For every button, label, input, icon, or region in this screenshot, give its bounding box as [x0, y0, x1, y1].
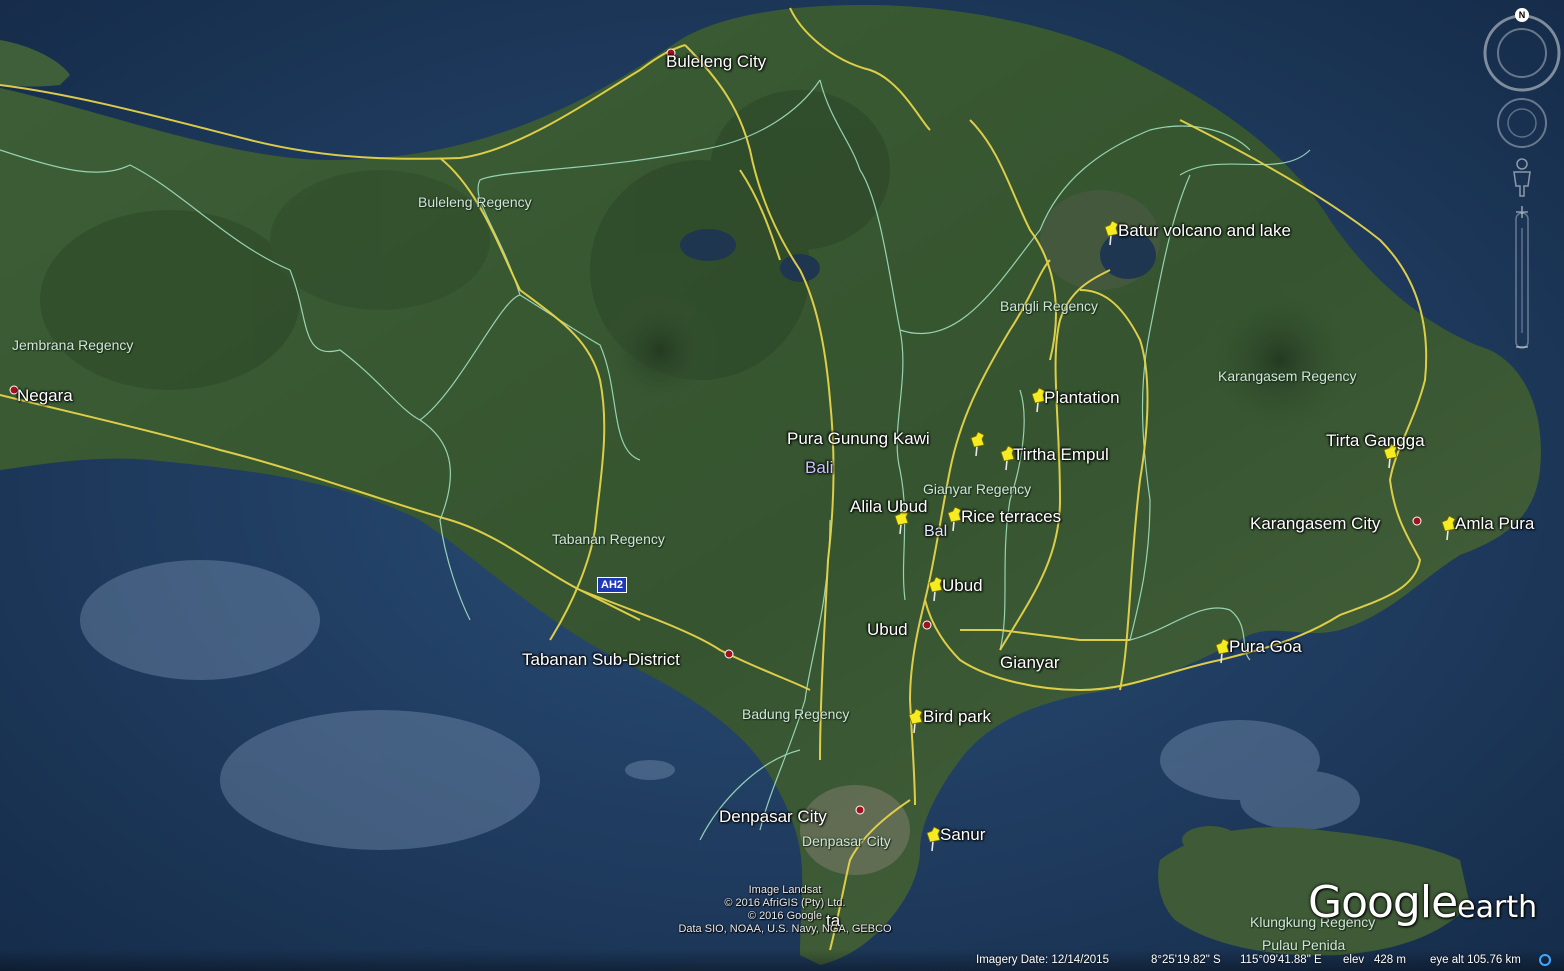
- city-dot-karangasem[interactable]: [1412, 516, 1422, 526]
- city-dot-ubud[interactable]: [922, 620, 932, 630]
- credit-line: Image Landsat: [748, 884, 822, 896]
- region-label-gianyar: Gianyar Regency: [923, 481, 1032, 497]
- city-label-tabanan[interactable]: Tabanan Sub-District: [522, 651, 680, 668]
- longitude: 115°09'41.88" E: [1240, 954, 1322, 966]
- city-label-negara[interactable]: Negara: [17, 387, 73, 404]
- placemark-label-pura-goa[interactable]: Pura Goa: [1229, 638, 1302, 655]
- placemark-label-plantation[interactable]: Plantation: [1044, 389, 1120, 406]
- region-label-bangli: Bangli Regency: [1000, 298, 1099, 314]
- placemark-label-rice-terraces[interactable]: Rice terraces: [961, 508, 1061, 525]
- pushpin-icon[interactable]: [970, 431, 990, 457]
- streaming-status-icon: [1539, 954, 1551, 966]
- island-label-bali-sub: Bal: [924, 523, 948, 540]
- region-label-denpasar: Denpasar City: [802, 833, 891, 849]
- zoom-in-icon[interactable]: [1513, 203, 1531, 221]
- placemark-label-alila-ubud[interactable]: Alila Ubud: [850, 498, 928, 515]
- imagery-date: Imagery Date: 12/14/2015: [976, 954, 1109, 966]
- credit-line: Data SIO, NOAA, U.S. Navy, NGA, GEBCO: [678, 923, 892, 935]
- city-dot-denpasar[interactable]: [855, 805, 865, 815]
- placemark-label-sanur[interactable]: Sanur: [940, 826, 985, 843]
- region-label-karangasem: Karangasem Regency: [1218, 368, 1357, 384]
- city-label-ubud-town[interactable]: Ubud: [867, 621, 908, 638]
- city-dot-tabanan[interactable]: [724, 649, 734, 659]
- google-earth-logo: Googleearth: [1308, 877, 1537, 928]
- navigation-controls: N: [1480, 8, 1564, 358]
- island-label-bali: Bali: [805, 458, 834, 477]
- brand-earth: earth: [1457, 890, 1538, 925]
- placemark-label-ubud[interactable]: Ubud: [942, 577, 983, 594]
- city-label-denpasar[interactable]: Denpasar City: [719, 808, 827, 825]
- city-label-karangasem[interactable]: Karangasem City: [1250, 515, 1380, 532]
- city-label-buleleng[interactable]: Buleleng City: [666, 53, 766, 70]
- region-label-buleleng: Buleleng Regency: [418, 194, 532, 210]
- placemark-label-bird-park[interactable]: Bird park: [923, 708, 991, 725]
- placemark-label-amla-pura[interactable]: Amla Pura: [1455, 515, 1534, 532]
- credit-line: © 2016 AfriGIS (Pty) Ltd.: [724, 897, 846, 909]
- road-shield-ah2: AH2: [597, 577, 628, 593]
- map-view[interactable]: Buleleng Regency Jembrana Regency Tabana…: [0, 0, 1564, 971]
- latitude: 8°25'19.82" S: [1151, 954, 1221, 966]
- city-label-gianyar[interactable]: Gianyar: [1000, 654, 1060, 671]
- imagery-credits: Image Landsat © 2016 AfriGIS (Pty) Ltd. …: [660, 884, 910, 936]
- status-bar: Imagery Date: 12/14/2015 8°25'19.82" S 1…: [0, 949, 1564, 971]
- placemark-label-batur[interactable]: Batur volcano and lake: [1118, 222, 1291, 239]
- region-label-jembrana: Jembrana Regency: [12, 337, 134, 353]
- zoom-out-icon[interactable]: [1513, 338, 1531, 356]
- street-view-pegman-icon[interactable]: [1510, 158, 1534, 198]
- credit-line: © 2016 Google: [747, 910, 823, 922]
- elev-label: elev: [1343, 954, 1365, 966]
- region-label-tabanan: Tabanan Regency: [552, 531, 665, 547]
- region-label-badung: Badung Regency: [742, 706, 850, 722]
- placemark-label-tirta-gangga[interactable]: Tirta Gangga: [1326, 432, 1425, 449]
- eye-altitude: eye alt 105.76 km: [1430, 954, 1521, 966]
- placemark-label-tirtha-empul[interactable]: Tirtha Empul: [1013, 446, 1109, 463]
- elevation: 428 m: [1374, 954, 1406, 966]
- placemark-label-gunung-kawi[interactable]: Pura Gunung Kawi: [787, 430, 930, 447]
- north-button[interactable]: N: [1515, 8, 1529, 22]
- brand-google: Google: [1308, 877, 1458, 928]
